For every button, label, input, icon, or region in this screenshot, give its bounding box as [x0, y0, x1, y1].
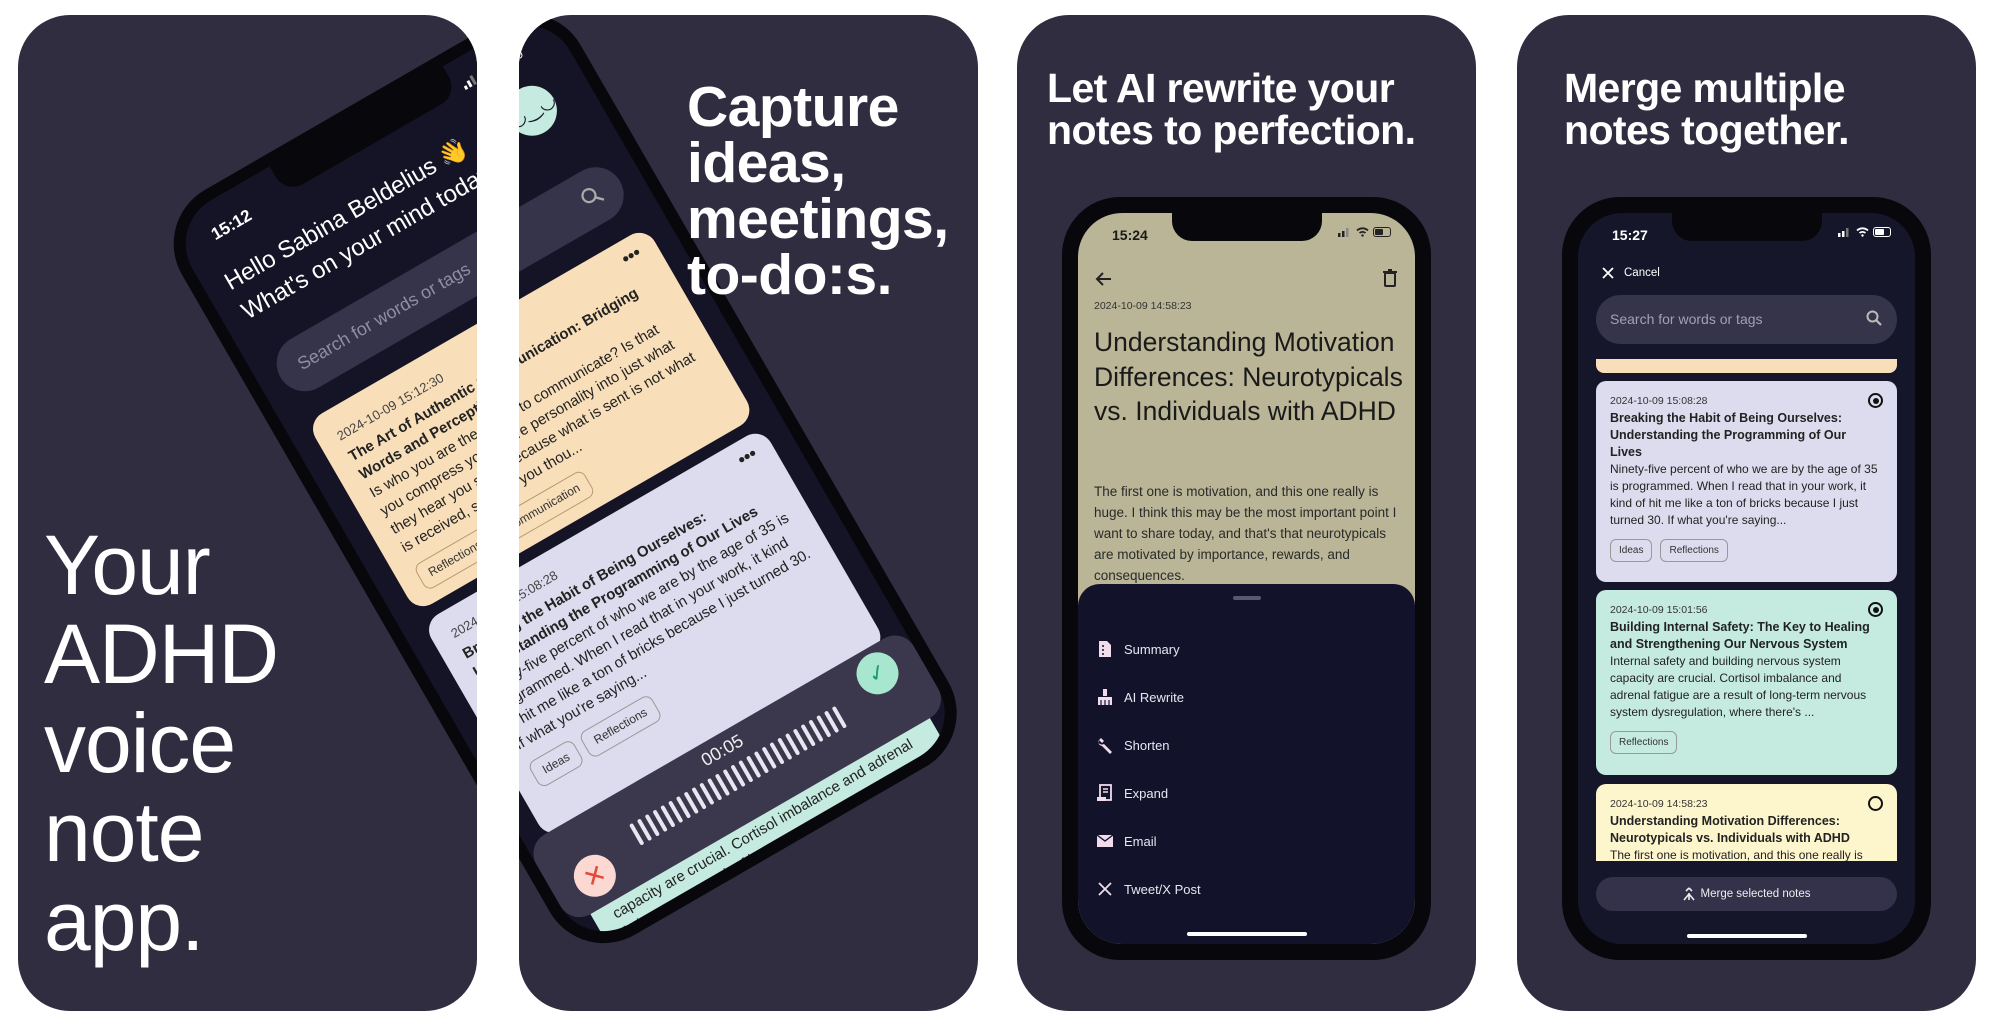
note-title: Understanding Motivation Differences: Ne…	[1610, 814, 1850, 845]
note-card[interactable]: 2024-10-09 15:08:28 Breaking the Habit o…	[1596, 381, 1897, 582]
cancel-button[interactable]: Cancel	[1602, 267, 1660, 279]
note-date: 2024-10-09 15:01:56	[1610, 604, 1708, 616]
note-date: 2024-10-09 14:58:23	[1610, 798, 1708, 810]
note-detail-screen: 15:24 2024-10-09 14:58:23 Understanding …	[1078, 213, 1415, 944]
trash-icon[interactable]	[1383, 269, 1397, 287]
notch	[1171, 213, 1322, 241]
tag[interactable]: Reflections	[1610, 731, 1678, 754]
merge-selected-button[interactable]: Merge selected notes	[1596, 877, 1897, 911]
note-body: The first one is motivation, and this on…	[1094, 484, 1397, 583]
close-icon	[1602, 267, 1614, 279]
note-card-peek	[1596, 359, 1897, 373]
note-body: Internal safety and building nervous sys…	[1610, 654, 1867, 719]
phone-note-detail: 15:24 2024-10-09 14:58:23 Understanding …	[1062, 197, 1431, 960]
phone-merge-screen: 15:27 Cancel Search for words or tags 20…	[1562, 197, 1931, 960]
select-radio[interactable]	[1868, 796, 1883, 811]
wrench-icon	[1098, 738, 1112, 754]
signal-icon	[1338, 228, 1349, 237]
status-icons	[519, 45, 526, 90]
note-card[interactable]: 2024-10-09 15:01:56 Building Internal Sa…	[1596, 590, 1897, 775]
panel-adhd-voice-note: 15:12 ◡‿◡ Hello Sabina Beldelius 👋 What'…	[18, 15, 477, 1011]
note-card[interactable]: 2024-10-09 14:58:23 Understanding Motiva…	[1596, 784, 1897, 861]
note-title: Understanding Motivation Differences: Ne…	[1094, 327, 1403, 426]
menu-item-expand[interactable]: Expand	[1096, 784, 1168, 802]
ai-actions-sheet: Summary AI Rewrite Shorten Expand Email …	[1078, 584, 1415, 944]
sheet-handle[interactable]	[1232, 596, 1261, 600]
signal-icon	[1838, 228, 1849, 237]
status-time: 15:24	[1112, 227, 1148, 243]
menu-item-email[interactable]: Email	[1096, 832, 1157, 850]
note-date: 2024-10-09 14:58:23	[1094, 300, 1192, 312]
document-icon	[1099, 641, 1111, 657]
headline: Your ADHD voice note app.	[44, 518, 279, 968]
mail-icon	[1096, 834, 1114, 847]
menu-item-ai-rewrite[interactable]: AI Rewrite	[1096, 688, 1184, 706]
panel-ai-rewrite: Let AI rewrite your notes to perfection. …	[1017, 15, 1476, 1011]
notch	[1671, 213, 1822, 241]
search-icon	[581, 188, 605, 204]
merge-screen: 15:27 Cancel Search for words or tags 20…	[1578, 213, 1915, 944]
note-title: Breaking the Habit of Being Ourselves: U…	[1610, 411, 1847, 459]
search-icon	[1866, 310, 1882, 326]
note-date: 2024-10-09 15:08:28	[1610, 395, 1708, 407]
status-time: 15:12	[207, 205, 255, 244]
status-icons	[1338, 227, 1393, 237]
receipt-icon	[1097, 784, 1112, 801]
panel-capture: 15:12 ◡‿◡ Hello Sabina Beldelius 👋 What'…	[519, 15, 978, 1011]
note-body: Ninety-five percent of who we are by the…	[1610, 462, 1878, 527]
home-indicator	[1686, 934, 1807, 938]
x-icon	[1098, 882, 1112, 896]
back-arrow-icon[interactable]	[1094, 271, 1112, 287]
tag[interactable]: Reflections	[1660, 539, 1728, 562]
battery-icon	[519, 47, 523, 66]
battery-icon	[1873, 227, 1891, 237]
signal-icon	[463, 74, 477, 91]
select-radio[interactable]	[1868, 602, 1883, 617]
panel-merge-notes: Merge multiple notes together. 15:27 Canc…	[1517, 15, 1976, 1011]
merge-icon	[1682, 887, 1695, 901]
battery-icon	[1373, 227, 1391, 237]
status-icons	[460, 45, 477, 91]
select-radio[interactable]	[1868, 393, 1883, 408]
headline: Capture ideas, meetings, to-do:s.	[687, 75, 949, 307]
avatar[interactable]: ◡‿◡	[519, 76, 567, 145]
note-title: Building Internal Safety: The Key to Hea…	[1610, 620, 1870, 651]
wifi-icon	[1356, 227, 1369, 237]
cancel-recording-button[interactable]: ✕	[566, 847, 624, 905]
search-placeholder: Search for words or tags	[1610, 311, 1763, 327]
menu-item-tweet[interactable]: Tweet/X Post	[1096, 880, 1201, 898]
menu-item-shorten[interactable]: Shorten	[1096, 736, 1170, 754]
brush-icon	[1098, 689, 1112, 705]
headline: Merge multiple notes together.	[1564, 65, 1849, 153]
search-input[interactable]: Search for words or tags	[1596, 295, 1897, 344]
headline: Let AI rewrite your notes to perfection.	[1047, 65, 1416, 153]
menu-item-summary[interactable]: Summary	[1096, 640, 1180, 658]
home-indicator	[1186, 932, 1307, 936]
status-time: 15:27	[1612, 227, 1648, 243]
tag[interactable]: Ideas	[1610, 539, 1653, 562]
status-icons	[1838, 227, 1893, 237]
note-body: The first one is motivation, and this on…	[1610, 848, 1863, 861]
wifi-icon	[1856, 227, 1869, 237]
